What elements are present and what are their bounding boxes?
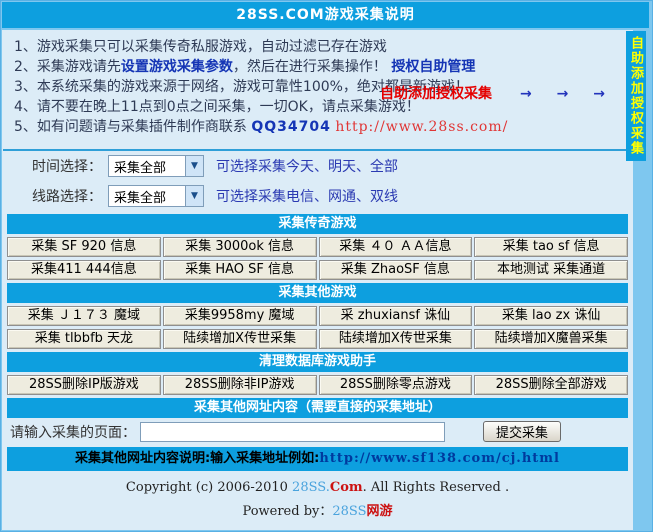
chevron-down-icon[interactable]: ▼ [185, 186, 203, 206]
collect-button[interactable]: 采集 tlbbfb 天龙 [7, 329, 161, 349]
submit-collect-button[interactable]: 提交采集 [483, 421, 561, 442]
coming-soon-cell[interactable]: 陆续增加X传世采集 [163, 329, 317, 349]
url-collect-note: 采集其他网址内容说明:输入采集地址例如:http://www.sf138.com… [7, 447, 628, 471]
28ss-site-link[interactable]: http://www.28ss.com/ [335, 119, 508, 135]
powered-by-text: Powered by： [242, 504, 332, 519]
collect-button[interactable]: 采集 3000ok 信息 [163, 237, 317, 257]
instruction-2-mid: ，然后在进行采集操作！ [233, 59, 391, 75]
time-selector-row: 时间选择： 采集全部 ▼ 可选择采集今天、明天、全部 [2, 151, 633, 181]
legend-games-grid: 采集 SF 920 信息 采集 3000ok 信息 采集 ４０ ＡＡ信息 采集 … [7, 237, 628, 280]
example-url: http://www.sf138.com/cj.html [319, 451, 560, 466]
promo-label[interactable]: 自助添加授权采集 [380, 86, 492, 102]
section-header-other-games: 采集其他游戏 [7, 283, 628, 303]
collect-button[interactable]: 采集411 444信息 [7, 260, 161, 280]
instructions-list: 1、游戏采集只可以采集传奇私服游戏，自动过滤已存在游戏 2、采集游戏请先设置游戏… [2, 30, 633, 149]
time-selector-label: 时间选择： [32, 156, 102, 176]
other-games-grid: 采集 Ｊ１７３ 魔域 采集9958my 魔域 采 zhuxiansf 诛仙 采集… [7, 306, 628, 349]
collect-button[interactable]: 采 zhuxiansf 诛仙 [319, 306, 473, 326]
instruction-5-text: 5、如有问题请与采集插件制作商联系 [14, 119, 251, 135]
time-selector-hint: 可选择采集今天、明天、全部 [216, 156, 398, 176]
set-collect-params-link[interactable]: 设置游戏采集参数 [121, 59, 233, 75]
collect-button[interactable]: 采集 SF 920 信息 [7, 237, 161, 257]
contact-qq: QQ34704 [251, 119, 331, 135]
note-text: 采集其他网址内容说明:输入采集地址例如: [75, 451, 319, 466]
instruction-5: 5、如有问题请与采集插件制作商联系 QQ34704 http://www.28s… [14, 117, 623, 137]
page: 28SS.COM游戏采集说明 1、游戏采集只可以采集传奇私服游戏，自动过滤已存在… [0, 0, 653, 532]
chevron-down-icon[interactable]: ▼ [185, 156, 203, 176]
brand-com: Com [330, 480, 363, 495]
route-select-value: 采集全部 [109, 187, 185, 206]
section-header-url-collect: 采集其他网址内容（需要直接的采集地址） [7, 398, 628, 418]
brand-28ss: 28SS [332, 504, 366, 519]
url-input-label: 请输入采集的页面： [10, 422, 136, 442]
collect-button[interactable]: 采集9958my 魔域 [163, 306, 317, 326]
collect-button[interactable]: 采集 ZhaoSF 信息 [319, 260, 473, 280]
time-select[interactable]: 采集全部 ▼ [108, 155, 204, 177]
url-input[interactable] [140, 422, 445, 442]
instruction-1: 1、游戏采集只可以采集传奇私服游戏，自动过滤已存在游戏 [14, 37, 623, 57]
section-header-legend-games: 采集传奇游戏 [7, 214, 628, 234]
main-panel: 1、游戏采集只可以采集传奇私服游戏，自动过滤已存在游戏 2、采集游戏请先设置游戏… [2, 30, 633, 530]
collect-button[interactable]: 采集 tao sf 信息 [474, 237, 628, 257]
coming-soon-cell[interactable]: 陆续增加X魔兽采集 [474, 329, 628, 349]
collect-button[interactable]: 采集 lao zx 诛仙 [474, 306, 628, 326]
authorize-self-manage-link[interactable]: 授权自助管理 [391, 59, 475, 75]
delete-button[interactable]: 28SS删除全部游戏 [474, 375, 628, 395]
delete-button[interactable]: 28SS删除IP版游戏 [7, 375, 161, 395]
route-selector-row: 线路选择： 采集全部 ▼ 可选择采集电信、网通、双线 [2, 181, 633, 211]
copyright-line: Copyright (c) 2006-2010 28SS.Com. All Ri… [2, 480, 633, 495]
brand-wangyou: 网游 [367, 504, 393, 519]
instruction-2-text: 2、采集游戏请先 [14, 59, 121, 75]
route-selector-hint: 可选择采集电信、网通、双线 [216, 186, 398, 206]
section-header-db-cleanup: 清理数据库游戏助手 [7, 352, 628, 372]
delete-button[interactable]: 28SS删除零点游戏 [319, 375, 473, 395]
page-title: 28SS.COM游戏采集说明 [2, 2, 649, 28]
footer: Copyright (c) 2006-2010 28SS.Com. All Ri… [2, 471, 633, 519]
collect-button[interactable]: 采集 HAO SF 信息 [163, 260, 317, 280]
brand-28ss: 28SS. [292, 480, 330, 495]
url-collect-row: 请输入采集的页面： 提交采集 [2, 418, 633, 445]
time-select-value: 采集全部 [109, 157, 185, 176]
local-test-channel-button[interactable]: 本地测试 采集通道 [474, 260, 628, 280]
instruction-2: 2、采集游戏请先设置游戏采集参数，然后在进行采集操作！ 授权自助管理 [14, 57, 623, 77]
self-authorize-promo[interactable]: 自助添加授权采集 → → → [380, 83, 605, 103]
copyright-text: Copyright (c) 2006-2010 [126, 480, 292, 495]
delete-button[interactable]: 28SS删除非IP游戏 [163, 375, 317, 395]
collect-button[interactable]: 采集 Ｊ１７３ 魔域 [7, 306, 161, 326]
powered-by-line: Powered by：28SS网游 [2, 495, 633, 519]
side-tab-self-authorize[interactable]: 自助添加授权采集 [626, 31, 646, 161]
coming-soon-cell[interactable]: 陆续增加X传世采集 [319, 329, 473, 349]
copyright-text-post: . All Rights Reserved . [363, 480, 509, 495]
collect-button[interactable]: 采集 ４０ ＡＡ信息 [319, 237, 473, 257]
route-selector-label: 线路选择： [32, 186, 102, 206]
db-cleanup-grid: 28SS删除IP版游戏 28SS删除非IP游戏 28SS删除零点游戏 28SS删… [7, 375, 628, 395]
route-select[interactable]: 采集全部 ▼ [108, 185, 204, 207]
promo-arrows-icon: → → → [520, 86, 605, 102]
